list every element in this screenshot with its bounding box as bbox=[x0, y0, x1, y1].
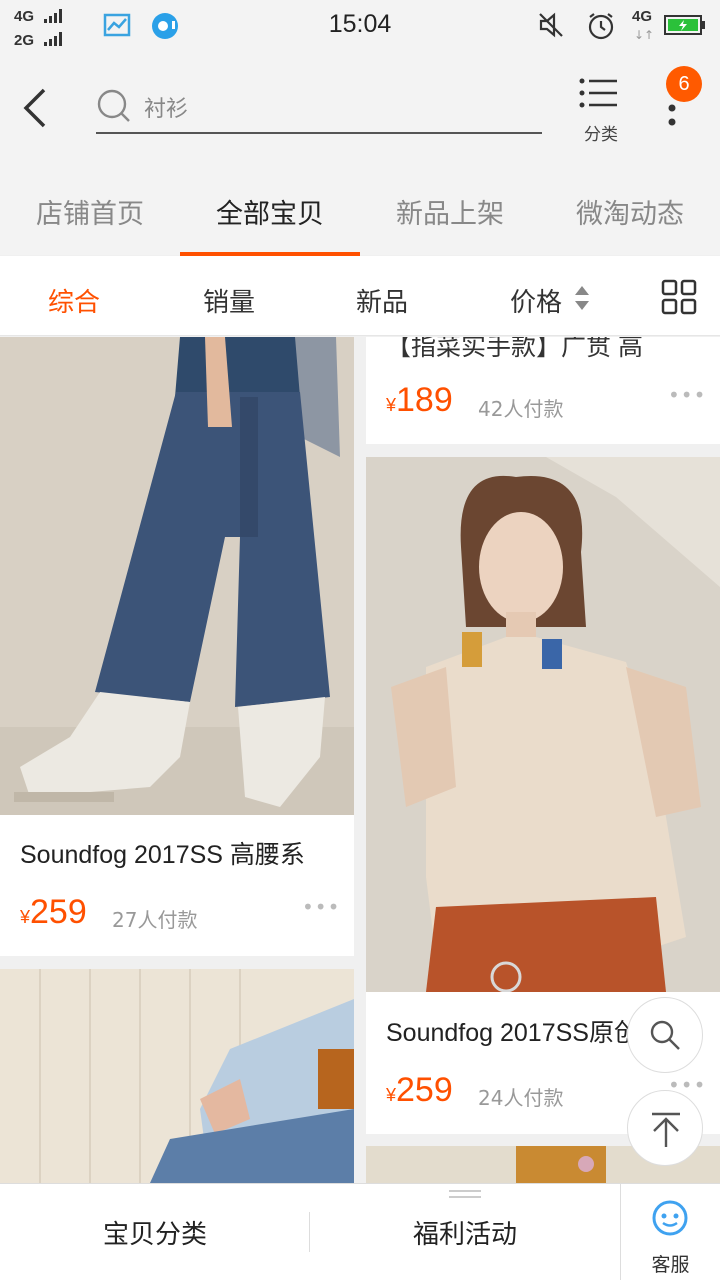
network-2g-label: 2G bbox=[14, 32, 35, 49]
search-image-button[interactable] bbox=[627, 997, 703, 1073]
drag-handle-icon[interactable] bbox=[449, 1190, 481, 1198]
product-card[interactable]: 【指菜实手款】广贯 高 ¥189 42人付款 ••• bbox=[366, 337, 720, 444]
product-more-icon[interactable]: ••• bbox=[668, 383, 706, 407]
more-menu-button[interactable]: 6 bbox=[654, 66, 704, 132]
customer-service-label: 客服 bbox=[651, 1254, 690, 1276]
data-arrows-icon: ↓↑ bbox=[634, 28, 655, 42]
tab-all-items[interactable]: 全部宝贝 bbox=[180, 192, 360, 231]
sort-newest[interactable]: 新品 bbox=[356, 282, 408, 319]
category-label: 分类 bbox=[584, 125, 618, 145]
product-image-jeans bbox=[0, 337, 354, 815]
signal-bars-icon bbox=[44, 9, 62, 23]
customer-service-icon bbox=[652, 1200, 688, 1236]
back-to-top-button[interactable] bbox=[627, 1090, 703, 1166]
product-image-blouse bbox=[366, 457, 720, 992]
product-price: ¥259 bbox=[20, 893, 87, 931]
product-sold-count: 42人付款 bbox=[478, 397, 564, 421]
network-4g-right-label: 4G bbox=[632, 8, 653, 25]
customer-service-button[interactable]: 客服 bbox=[621, 1190, 720, 1278]
alarm-icon bbox=[588, 13, 614, 40]
tab-shop-home[interactable]: 店铺首页 bbox=[0, 192, 180, 231]
sort-sales[interactable]: 销量 bbox=[203, 282, 255, 319]
sort-price[interactable]: 价格 bbox=[510, 282, 562, 319]
grid-view-icon[interactable] bbox=[661, 279, 697, 315]
tab-weitao-feed[interactable]: 微淘动态 bbox=[540, 192, 720, 231]
product-card[interactable] bbox=[0, 969, 354, 1183]
screenshot-icon bbox=[103, 13, 131, 37]
network-4g-label: 4G bbox=[14, 8, 35, 25]
battery-icon bbox=[664, 15, 705, 35]
category-button[interactable]: 分类 bbox=[576, 76, 628, 145]
product-image-shirt bbox=[0, 969, 354, 1183]
status-time: 15:04 bbox=[328, 10, 392, 38]
sort-comprehensive[interactable]: 综合 bbox=[48, 282, 100, 319]
list-icon bbox=[579, 78, 617, 108]
magnifier-icon bbox=[650, 1020, 680, 1050]
product-card[interactable]: Soundfog 2017SS 高腰系 ¥259 27人付款 ••• bbox=[0, 337, 354, 956]
message-badge: 6 bbox=[666, 66, 702, 102]
product-price: ¥259 bbox=[386, 1071, 453, 1109]
search-icon bbox=[97, 89, 130, 122]
status-bar: 4G 2G 15:04 4G ↓↑ bbox=[0, 0, 720, 50]
item-category-button[interactable]: 宝贝分类 bbox=[0, 1214, 310, 1251]
product-title: Soundfog 2017SS原创设 bbox=[386, 1019, 664, 1047]
arrow-up-icon bbox=[652, 1112, 680, 1147]
search-placeholder: 衬衫 bbox=[144, 97, 189, 122]
product-title: Soundfog 2017SS 高腰系 bbox=[20, 841, 305, 869]
product-price: ¥189 bbox=[386, 381, 453, 419]
signal-bars-icon bbox=[44, 32, 62, 46]
promotions-button[interactable]: 福利活动 bbox=[310, 1214, 620, 1251]
search-input[interactable]: 衬衫 bbox=[96, 84, 542, 134]
product-sold-count: 27人付款 bbox=[112, 908, 198, 932]
mute-icon bbox=[539, 12, 563, 38]
product-sold-count: 24人付款 bbox=[478, 1086, 564, 1110]
price-sort-arrows-icon bbox=[575, 286, 589, 310]
back-arrow-icon[interactable] bbox=[20, 86, 52, 130]
app-notification-icon bbox=[152, 13, 178, 39]
product-title: 【指菜实手款】广贯 高 bbox=[386, 337, 643, 361]
tab-new-arrivals[interactable]: 新品上架 bbox=[360, 192, 540, 231]
product-more-icon[interactable]: ••• bbox=[302, 895, 340, 919]
more-dots-icon bbox=[668, 104, 676, 126]
